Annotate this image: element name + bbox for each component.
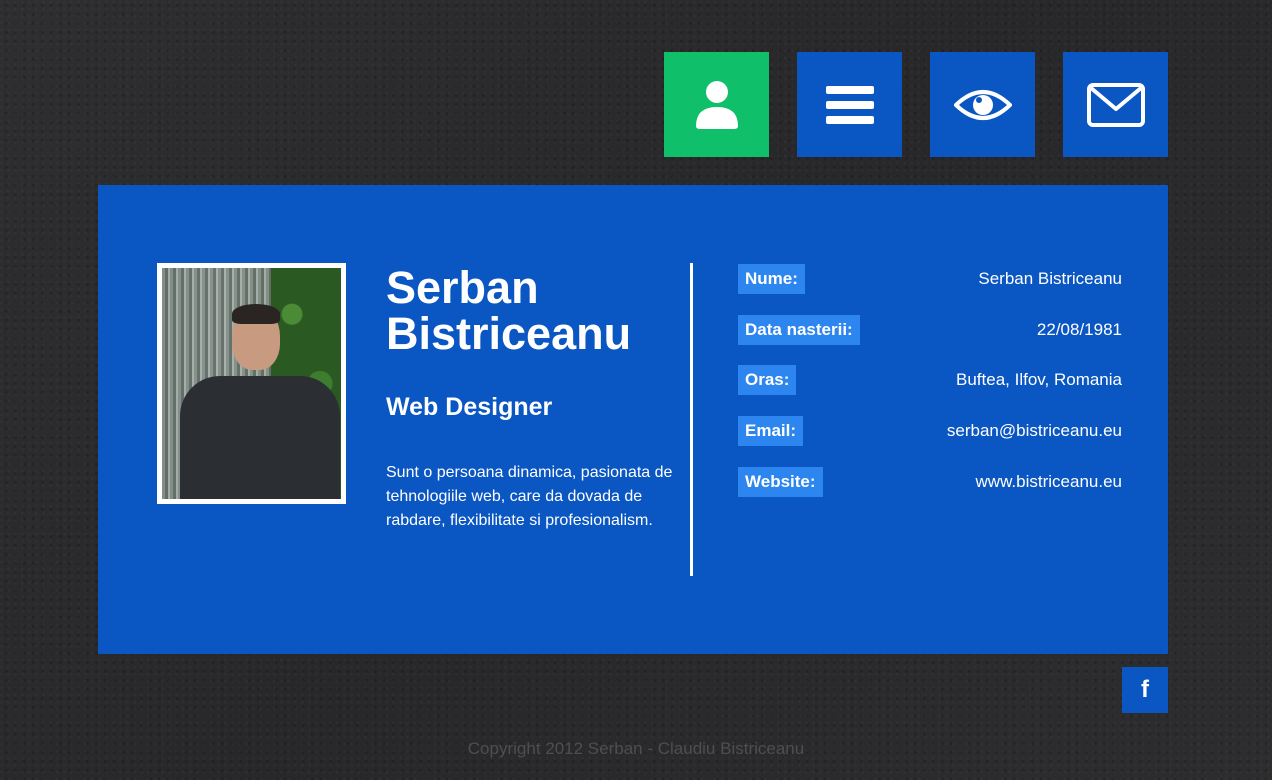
info-row-city: Oras: Buftea, Ilfov, Romania — [738, 364, 1122, 396]
info-row-birthdate: Data nasterii: 22/08/1981 — [738, 314, 1122, 346]
nav-tile-profile[interactable] — [664, 52, 769, 157]
nav-tile-resume[interactable] — [797, 52, 902, 157]
profile-card: Serban Bistriceanu Web Designer Sunt o p… — [98, 185, 1168, 654]
info-value: Serban Bistriceanu — [978, 269, 1122, 288]
info-row-email: Email: serban@bistriceanu.eu — [738, 415, 1122, 447]
nav-tile-portfolio[interactable] — [930, 52, 1035, 157]
info-value-website[interactable]: www.bistriceanu.eu — [976, 472, 1122, 492]
footer-copyright: Copyright 2012 Serban - Claudiu Bistrice… — [467, 739, 805, 758]
envelope-icon — [1086, 82, 1145, 127]
profile-role: Web Designer — [386, 393, 553, 421]
profile-name: Serban Bistriceanu — [386, 262, 632, 359]
info-row-website: Website: www.bistriceanu.eu — [738, 466, 1122, 498]
info-value: 22/08/1981 — [1036, 320, 1122, 339]
nav-tile-contact[interactable] — [1063, 52, 1168, 157]
info-value: Buftea, Ilfov, Romania — [956, 370, 1122, 389]
facebook-button[interactable]: f — [1122, 667, 1168, 713]
info-label: Website: — [738, 467, 823, 497]
user-icon — [695, 80, 738, 129]
menu-icon — [825, 85, 874, 124]
info-value-email[interactable]: serban@bistriceanu.eu — [947, 421, 1122, 441]
profile-bio: Sunt o persoana dinamica, pasionata de t… — [386, 464, 673, 529]
divider — [690, 263, 693, 576]
facebook-icon: f — [1141, 676, 1149, 703]
info-label: Data nasterii: — [738, 315, 860, 345]
profile-photo — [157, 263, 346, 504]
eye-icon — [953, 89, 1012, 120]
info-label: Email: — [738, 416, 804, 446]
info-label: Nume: — [738, 264, 805, 294]
info-row-name: Nume: Serban Bistriceanu — [738, 263, 1122, 295]
info-label: Oras: — [738, 365, 797, 395]
